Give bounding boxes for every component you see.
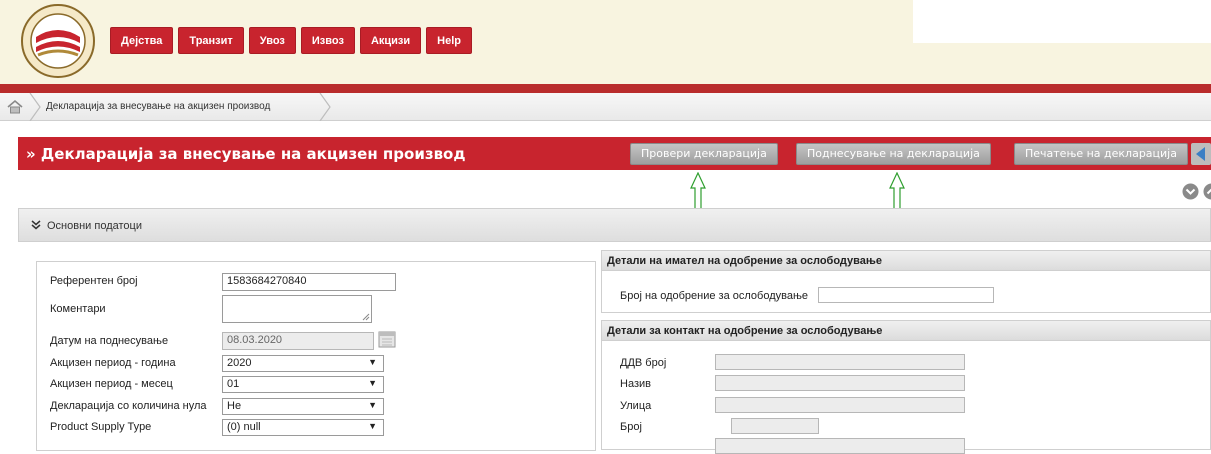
excise-year-select[interactable]: 2020 ▼ (222, 355, 384, 372)
approval-number-input[interactable] (818, 287, 994, 303)
excise-year-label: Акцизен период - година (50, 357, 176, 369)
street-number-label: Број (620, 421, 642, 433)
supply-type-value: (0) null (227, 421, 261, 433)
app-header: Дејства Транзит Увоз Извоз Акцизи Help (0, 0, 1211, 84)
expand-all-icon[interactable] (1203, 183, 1211, 200)
holder-details-panel: Детали на имател на одобрение за ослобод… (601, 250, 1211, 313)
breadcrumb-separator-icon (318, 93, 332, 121)
dropdown-arrow-icon: ▼ (368, 357, 377, 367)
print-declaration-button[interactable]: Печатење на декларација (1014, 143, 1188, 165)
dropdown-arrow-icon: ▼ (368, 421, 377, 431)
excise-month-value: 01 (227, 378, 239, 390)
submit-declaration-button[interactable]: Поднесување на декларација (796, 143, 991, 165)
zero-quantity-value: Не (227, 400, 241, 412)
supply-type-label: Product Supply Type (50, 421, 151, 433)
zero-quantity-select[interactable]: Не ▼ (222, 398, 384, 415)
nav-import[interactable]: Увоз (249, 27, 296, 54)
vat-number-label: ДДВ број (620, 357, 666, 369)
home-icon[interactable] (6, 98, 24, 116)
comments-label: Коментари (50, 303, 106, 315)
city-input[interactable] (715, 438, 965, 454)
breadcrumb-current[interactable]: Декларација за внесување на акцизен прои… (46, 101, 270, 112)
calendar-icon[interactable] (378, 331, 396, 348)
contact-details-title: Детали за контакт на одобрение за ослобо… (602, 321, 1210, 341)
vat-number-input[interactable] (715, 354, 965, 370)
dropdown-arrow-icon: ▼ (368, 400, 377, 410)
collapse-all-icon[interactable] (1182, 183, 1199, 200)
page-title: » Декларација за внесување на акцизен пр… (26, 145, 465, 163)
zero-quantity-label: Декларација со количина нула (50, 400, 207, 412)
street-input[interactable] (715, 397, 965, 413)
street-label: Улица (620, 400, 651, 412)
name-input[interactable] (715, 375, 965, 391)
breadcrumb-separator-icon (28, 93, 42, 121)
page-title-bar: » Декларација за внесување на акцизен пр… (18, 137, 1211, 170)
nav-help[interactable]: Help (426, 27, 472, 54)
excise-month-select[interactable]: 01 ▼ (222, 376, 384, 393)
customs-logo-icon (18, 3, 98, 79)
dropdown-arrow-icon: ▼ (368, 378, 377, 388)
approval-number-label: Број на одобрение за ослободување (620, 290, 808, 302)
comments-textarea[interactable] (222, 295, 372, 323)
section-title: Основни податоци (47, 220, 142, 232)
back-arrow-icon[interactable] (1191, 143, 1211, 165)
submission-date-input[interactable]: 08.03.2020 (222, 332, 374, 350)
resize-handle-icon[interactable] (362, 313, 370, 321)
section-basic-data-header[interactable]: Основни податоци (18, 208, 1211, 242)
double-chevron-down-icon (31, 220, 41, 230)
top-navigation: Дејства Транзит Увоз Извоз Акцизи Help (110, 27, 472, 54)
submission-date-label: Датум на поднесување (50, 335, 168, 347)
header-divider (0, 84, 1211, 93)
name-label: Назив (620, 378, 651, 390)
supply-type-select[interactable]: (0) null ▼ (222, 419, 384, 436)
header-right-strip (913, 0, 1211, 43)
excise-month-label: Акцизен период - месец (50, 378, 173, 390)
holder-details-title: Детали на имател на одобрение за ослобод… (602, 251, 1210, 271)
reference-number-label: Референтен број (50, 275, 138, 287)
breadcrumb: Декларација за внесување на акцизен прои… (0, 93, 1211, 121)
check-declaration-button[interactable]: Провери декларација (630, 143, 778, 165)
excise-year-value: 2020 (227, 357, 251, 369)
reference-number-input[interactable]: 1583684270840 (222, 273, 396, 291)
nav-export[interactable]: Извоз (301, 27, 355, 54)
street-number-input[interactable] (731, 418, 819, 434)
nav-transit[interactable]: Транзит (178, 27, 243, 54)
nav-excise[interactable]: Акцизи (360, 27, 421, 54)
nav-actions[interactable]: Дејства (110, 27, 173, 54)
